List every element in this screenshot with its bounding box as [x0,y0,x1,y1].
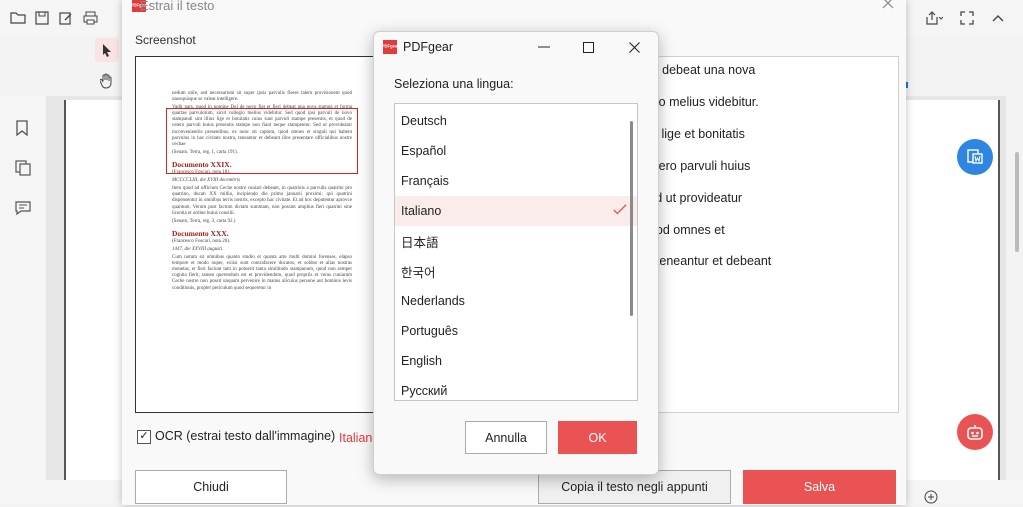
language-option-selected[interactable]: Italiano [395,196,637,226]
doc-intro: nedum utile, sed necessarium sit super i… [172,91,352,103]
ocr-checkbox[interactable]: ✓ [137,430,151,444]
ok-button[interactable]: OK [558,421,637,454]
maximize-icon[interactable] [575,37,601,57]
cursor-icon[interactable] [95,38,119,62]
doc-heading: Documento XXX. [172,228,229,238]
fullscreen-icon[interactable] [957,8,977,28]
language-prompt: Seleziona una lingua: [394,77,514,91]
close-button[interactable]: Chiudi [135,470,287,504]
convert-word-icon[interactable] [957,139,993,175]
check-icon [613,204,627,215]
language-option[interactable]: English [395,346,637,376]
robot-icon[interactable] [957,414,993,450]
doc-date: MCCCCLIII, die XVIII decembris [172,178,241,184]
language-option[interactable]: 한국어 [395,256,637,286]
save-icon[interactable] [32,8,52,28]
save-button[interactable]: Salva [743,470,896,504]
language-option[interactable]: Español [395,136,637,166]
extracted-line: a, teneantur et debeant [642,254,772,268]
close-icon[interactable] [621,37,647,57]
pdfgear-logo: PDFgear [381,40,399,54]
comment-icon[interactable] [15,200,31,219]
ocr-label: OCR (estrai testo dall'immagine) [155,429,336,443]
selection-rectangle [166,108,358,174]
language-option[interactable]: Français [395,166,637,196]
chevron-up-icon[interactable] [988,8,1008,28]
bookmark-icon[interactable] [15,120,29,139]
accent-marker [906,82,908,88]
cancel-button[interactable]: Annulla [465,421,547,454]
zoom-in-icon[interactable] [924,490,938,507]
dialog-title: Estrai il testo [140,0,215,13]
language-option[interactable]: Português [395,316,637,346]
hand-icon[interactable] [97,71,117,91]
list-scrollbar[interactable] [630,121,633,316]
dialog-title: PDFgear [403,40,454,54]
left-sidebar [0,96,46,491]
close-icon[interactable] [882,0,894,14]
extracted-line: egio melius videbitur. [642,95,759,109]
language-option[interactable]: Deutsch [395,106,637,136]
screenshot-label: Screenshot [135,33,196,47]
dialog-titlebar: PDFgear Estrai il testo [122,0,906,22]
doc-date: 1447, die XXVIII augusti. [172,246,224,252]
share-icon[interactable] [924,8,944,28]
doc-body: Item quod ad officium Ceche nostre cunia… [172,186,352,216]
language-option[interactable]: Русский [395,376,637,400]
doc-note: (Francesco Foscari, nota 26). [172,238,231,244]
pages-icon[interactable] [15,160,31,179]
language-option[interactable]: 日本語 [395,226,637,256]
copy-button[interactable]: Copia il testo negli appunti [538,470,731,504]
language-dialog: PDFgear PDFgear Seleziona una lingua: De… [373,31,659,475]
folder-icon[interactable] [8,8,28,28]
doc-body: Cum notum sit omnibus quanto studio et q… [172,255,352,291]
doc-source: (Senato, Terra, reg. 3, carta 92.) [172,218,236,224]
language-list[interactable]: Deutsch Español Français Italiano 日本語 한국… [394,103,638,401]
minimize-icon[interactable] [531,37,557,57]
print-icon[interactable] [80,8,100,28]
language-option[interactable]: Nederlands [395,286,637,316]
edit-icon[interactable] [56,8,76,28]
language-option-label: Italiano [401,204,442,218]
scrollbar[interactable] [1015,152,1019,252]
